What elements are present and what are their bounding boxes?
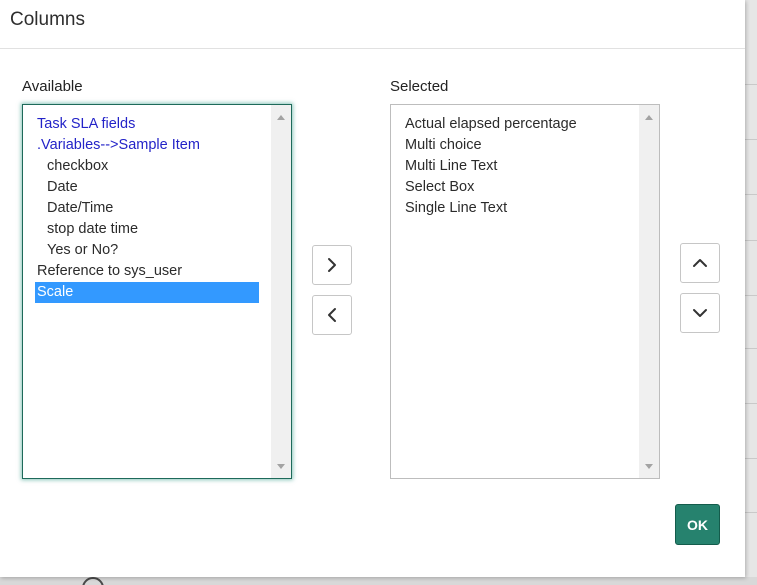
background-divider — [745, 458, 757, 459]
selected-option-multi-choice[interactable]: Multi choice — [391, 135, 639, 156]
selected-scrollbar[interactable] — [639, 105, 659, 478]
available-option-checkbox[interactable]: checkbox — [23, 156, 271, 177]
selected-option-multi-line-text[interactable]: Multi Line Text — [391, 156, 639, 177]
move-up-button[interactable] — [680, 243, 720, 283]
chevron-right-icon — [328, 258, 336, 272]
available-option-reference-to-sys-user[interactable]: Reference to sys_user — [23, 261, 271, 282]
ok-button[interactable]: OK — [675, 504, 720, 545]
background-divider — [745, 403, 757, 404]
selected-label: Selected — [390, 78, 449, 95]
available-option-stop-date-time[interactable]: stop date time — [23, 219, 271, 240]
available-scrollbar[interactable] — [271, 105, 291, 478]
available-label: Available — [22, 78, 83, 95]
background-page-edge — [745, 0, 757, 585]
background-divider — [745, 139, 757, 140]
columns-dialog: Columns Available Selected Task SLA fiel… — [0, 0, 745, 577]
background-divider — [745, 512, 757, 513]
scroll-down-arrow-icon[interactable] — [271, 456, 291, 476]
chevron-down-icon — [693, 309, 707, 317]
background-divider — [745, 240, 757, 241]
background-page-bottom — [0, 577, 757, 585]
chevron-left-icon — [328, 308, 336, 322]
available-option-scale[interactable]: Scale — [35, 282, 259, 303]
dialog-header: Columns — [0, 0, 745, 49]
selected-option-single-line-text[interactable]: Single Line Text — [391, 198, 639, 219]
scroll-up-arrow-icon[interactable] — [639, 107, 659, 127]
background-divider — [745, 348, 757, 349]
chevron-up-icon — [693, 259, 707, 267]
dialog-title: Columns — [10, 9, 85, 30]
move-left-button[interactable] — [312, 295, 352, 335]
available-option-date[interactable]: Date — [23, 177, 271, 198]
available-option-task-sla-fields[interactable]: Task SLA fields — [23, 114, 271, 135]
selected-listbox[interactable]: Actual elapsed percentage Multi choice M… — [390, 104, 660, 479]
available-option-date-time[interactable]: Date/Time — [23, 198, 271, 219]
available-items: Task SLA fields .Variables-->Sample Item… — [23, 105, 271, 478]
scroll-down-arrow-icon[interactable] — [639, 456, 659, 476]
scroll-up-arrow-icon[interactable] — [271, 107, 291, 127]
selected-items: Actual elapsed percentage Multi choice M… — [391, 105, 639, 478]
selected-option-select-box[interactable]: Select Box — [391, 177, 639, 198]
selected-option-actual-elapsed-percentage[interactable]: Actual elapsed percentage — [391, 114, 639, 135]
background-divider — [745, 295, 757, 296]
available-option-variables-sample-item[interactable]: .Variables-->Sample Item — [23, 135, 271, 156]
move-right-button[interactable] — [312, 245, 352, 285]
move-down-button[interactable] — [680, 293, 720, 333]
available-option-yes-or-no[interactable]: Yes or No? — [23, 240, 271, 261]
background-divider — [745, 194, 757, 195]
background-divider — [745, 84, 757, 85]
available-listbox[interactable]: Task SLA fields .Variables-->Sample Item… — [22, 104, 292, 479]
